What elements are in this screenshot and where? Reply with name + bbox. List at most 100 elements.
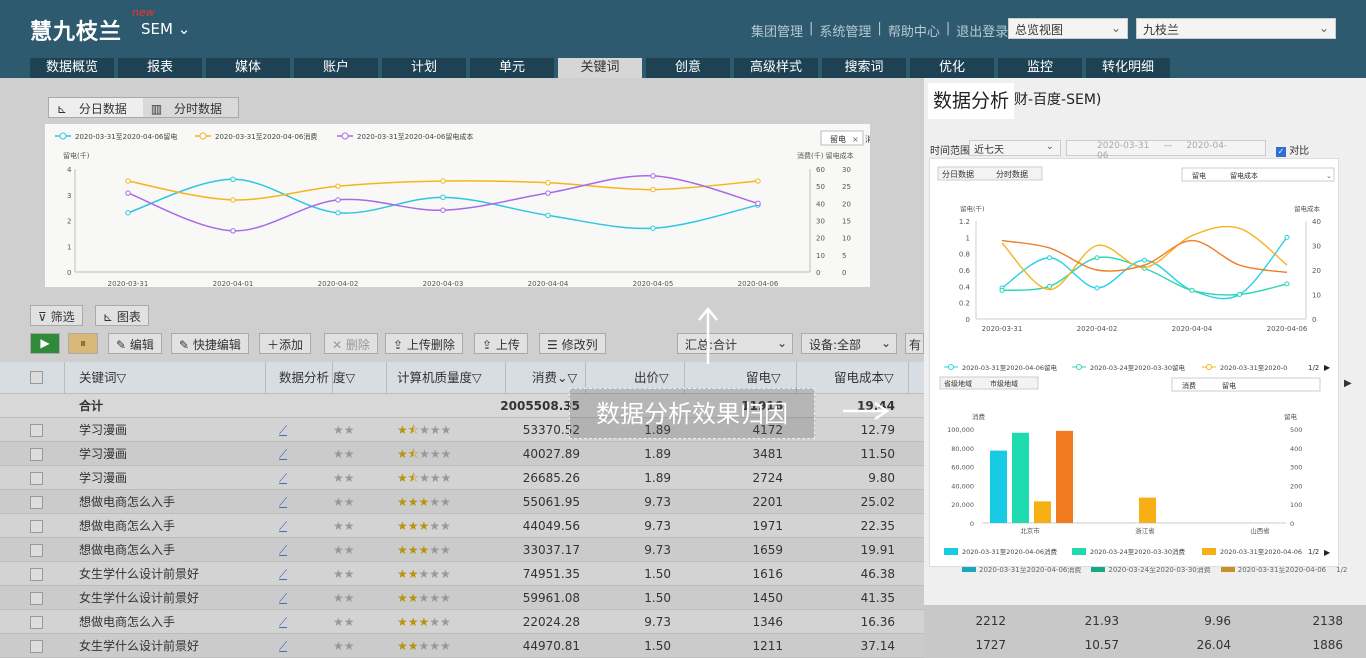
trend-chart-icon[interactable]: ⟋ [279, 610, 287, 634]
filter-icon[interactable]: ▽ [346, 370, 356, 385]
trend-chart-icon[interactable]: ⟋ [279, 634, 287, 658]
keyword-cell[interactable]: 学习漫画 [79, 442, 127, 466]
link-group-admin[interactable]: 集团管理 [751, 21, 803, 40]
play-button[interactable]: ▶ [30, 333, 60, 354]
keyword-cell[interactable]: 想做电商怎么入手 [79, 490, 175, 514]
link-help-center[interactable]: 帮助中心 [888, 21, 940, 40]
trend-chart-icon[interactable]: ⟋ [279, 562, 287, 586]
row-checkbox[interactable] [30, 520, 43, 533]
select-all-checkbox[interactable] [30, 371, 43, 384]
row-checkbox[interactable] [30, 640, 43, 653]
extra-col-3: 9.96 [1204, 614, 1231, 628]
header-quality[interactable]: 度▽ [333, 362, 355, 394]
delete-button[interactable]: ✕ 删除 [324, 333, 378, 354]
pause-button[interactable]: ⏸ [68, 333, 98, 354]
compare-checkbox[interactable]: ✓ 对比 [1276, 142, 1309, 157]
data-point [440, 178, 446, 184]
play-icon[interactable]: ▶ [1344, 378, 1352, 389]
tab-7[interactable]: 创意 [646, 58, 730, 78]
quality-stars-partial: ★★ [333, 615, 355, 629]
tab-hourly-data[interactable]: ▥ 分时数据 [143, 98, 238, 117]
tab-6[interactable]: 关键词 [558, 58, 642, 78]
trend-chart-icon[interactable]: ⟋ [279, 586, 287, 610]
filter-icon[interactable]: ▽ [771, 370, 781, 385]
header-keyword[interactable]: 关键词▽ [79, 362, 126, 394]
add-button[interactable]: ＋添加 [259, 333, 312, 354]
keyword-cell[interactable]: 学习漫画 [79, 466, 127, 490]
total-label: 合计 [79, 399, 104, 413]
filter-icon[interactable]: ▽ [117, 370, 127, 385]
filter-icon[interactable]: ▽ [472, 370, 482, 385]
keyword-cell[interactable]: 想做电商怎么入手 [79, 610, 175, 634]
row-checkbox[interactable] [30, 544, 43, 557]
keyword-cell[interactable]: 想做电商怎么入手 [79, 538, 175, 562]
tab-0[interactable]: 数据概览 [30, 58, 114, 78]
tab-4[interactable]: 计划 [382, 58, 466, 78]
more-select[interactable]: 有 [905, 333, 924, 354]
upload-delete-button[interactable]: ⇪ 上传删除 [385, 333, 463, 354]
column-divider [505, 362, 506, 394]
time-range-select[interactable]: 近七天 ⌄ [969, 140, 1061, 156]
keyword-cell[interactable]: 想做电商怎么入手 [79, 514, 175, 538]
trend-chart-icon[interactable]: ⟋ [279, 538, 287, 562]
edit-button[interactable]: ✎ 编辑 [108, 333, 162, 354]
row-checkbox[interactable] [30, 616, 43, 629]
device-select[interactable]: 设备:全部 ⌄ [801, 333, 897, 354]
chart-granularity-toggle: ⊾ 分日数据 ▥ 分时数据 [48, 97, 240, 118]
link-system-admin[interactable]: 系统管理 [819, 21, 871, 40]
tab-1[interactable]: 报表 [118, 58, 202, 78]
tab-3[interactable]: 账户 [294, 58, 378, 78]
trend-chart-icon[interactable]: ⟋ [279, 490, 287, 514]
y-tick-right: 0 [816, 269, 820, 277]
delete-label: 删除 [345, 338, 370, 352]
keyword-cell[interactable]: 女生学什么设计前景好 [79, 586, 199, 610]
row-checkbox[interactable] [30, 448, 43, 461]
tab-9[interactable]: 搜索词 [822, 58, 906, 78]
checkbox-checked-icon: ✓ [1276, 147, 1286, 157]
tab-5[interactable]: 单元 [470, 58, 554, 78]
account-select[interactable]: 九枝兰 ⌄ [1136, 18, 1336, 39]
tag: 消费 [1182, 381, 1196, 390]
trend-chart-icon[interactable]: ⟋ [279, 466, 287, 490]
trend-chart-icon[interactable]: ⟋ [279, 418, 287, 442]
keyword-cell[interactable]: 学习漫画 [79, 418, 127, 442]
view-select[interactable]: 总览视图 ⌄ [1008, 18, 1128, 39]
filter-icon[interactable]: ▽ [884, 370, 894, 385]
view-select-value: 总览视图 [1015, 23, 1064, 37]
row-checkbox[interactable] [30, 496, 43, 509]
upload-button[interactable]: ⇪ 上传 [474, 333, 528, 354]
quick-edit-button[interactable]: ✎ 快捷编辑 [171, 333, 249, 354]
filter-button[interactable]: ⊽ 筛选 [30, 305, 83, 326]
tab-2[interactable]: 媒体 [206, 58, 290, 78]
keyword-cell[interactable]: 女生学什么设计前景好 [79, 634, 199, 658]
tab-12[interactable]: 转化明细 [1086, 58, 1170, 78]
tab-8[interactable]: 高级样式 [734, 58, 818, 78]
y-tick-right: 30 [1312, 243, 1321, 251]
header-lead-cost[interactable]: 留电成本▽ [834, 362, 894, 394]
keyword-cell[interactable]: 女生学什么设计前景好 [79, 562, 199, 586]
sort-icon[interactable]: ⌄▽ [557, 370, 577, 385]
product-switcher[interactable]: SEM ⌄ [141, 20, 190, 38]
legend-label: 2020-03-31至2020-04-06留电 [962, 363, 1058, 372]
trend-chart-icon[interactable]: ⟋ [279, 442, 287, 466]
app-logo[interactable]: 慧九枝兰 [30, 14, 122, 46]
tab-10[interactable]: 优化 [910, 58, 994, 78]
header-pc-quality[interactable]: 计算机质量度▽ [397, 362, 482, 394]
filter-icon[interactable]: ▽ [659, 370, 669, 385]
chart-button[interactable]: ⊾ 图表 [95, 305, 149, 326]
x-tick: 浙江省 [1135, 526, 1155, 535]
trend-chart-icon[interactable]: ⟋ [279, 514, 287, 538]
y-tick: 0.4 [959, 283, 971, 291]
legend-label: 2020-03-31至2020-0 [1220, 364, 1287, 372]
date-range-picker[interactable]: 2020-03-31—2020-04-06 [1066, 140, 1266, 161]
modify-columns-button[interactable]: ☰ 修改列 [539, 333, 606, 354]
tab-hourly-label: 分时数据 [996, 169, 1028, 179]
legend-label: 2020-03-31至2020-04-06消费 [215, 132, 317, 141]
tab-11[interactable]: 监控 [998, 58, 1082, 78]
link-logout[interactable]: 退出登录 [956, 21, 1008, 40]
tab-daily-data[interactable]: ⊾ 分日数据 [49, 98, 143, 117]
row-checkbox[interactable] [30, 424, 43, 437]
row-checkbox[interactable] [30, 568, 43, 581]
row-checkbox[interactable] [30, 592, 43, 605]
row-checkbox[interactable] [30, 472, 43, 485]
